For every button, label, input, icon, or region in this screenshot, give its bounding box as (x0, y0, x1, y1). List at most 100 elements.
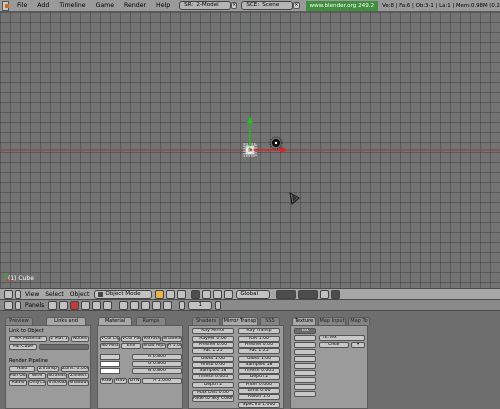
transp-falloff-field[interactable]: Falloff 1.0 (238, 394, 280, 400)
draw-type-icon[interactable] (155, 289, 165, 299)
blender-url[interactable]: www.blender.org 249.2 (305, 0, 379, 11)
render-icon[interactable] (331, 289, 341, 299)
tex-channel-4[interactable] (294, 349, 316, 355)
transp-fac-slider[interactable]: Fac 1.25 (238, 348, 280, 354)
scene-close-icon[interactable]: × (293, 2, 300, 9)
rgb-mode-button[interactable]: RGB (100, 378, 113, 384)
translate-icon[interactable] (202, 289, 212, 299)
wire-button[interactable]: Wire (28, 373, 46, 379)
material-users-field[interactable]: 2 Mat 1 (49, 336, 69, 342)
tex-channel-1[interactable]: Tex (294, 328, 316, 334)
tab-material[interactable]: Material (98, 317, 132, 325)
tex-channel-2[interactable] (294, 335, 316, 341)
editing-icon[interactable] (92, 300, 102, 310)
frame-field[interactable]: 1 (188, 300, 213, 310)
vcol-light-button[interactable]: VCol Light (100, 336, 120, 342)
screen-selector[interactable]: SR: 2-Model (179, 1, 232, 10)
zinvert-button[interactable]: ZInvert (68, 373, 89, 379)
tex-browse-icon[interactable]: ▾ (351, 342, 365, 348)
spectra-field[interactable]: SpecTra 1.000 (238, 402, 280, 408)
material-name-field[interactable]: MA:Material (9, 336, 47, 342)
editor-type-icon-2[interactable] (4, 300, 13, 310)
diffuse-color-swatch[interactable] (100, 354, 120, 360)
texture-tab-icon[interactable] (141, 300, 151, 310)
world-tab-icon[interactable] (163, 300, 173, 310)
menu-file[interactable]: File (12, 2, 32, 9)
tex-channel-8[interactable] (294, 377, 316, 383)
material-slot-field[interactable] (39, 344, 89, 350)
mirror-color-swatch[interactable] (100, 368, 120, 374)
menu-view[interactable]: View (22, 291, 42, 298)
texface-button[interactable]: TexFace (142, 336, 161, 342)
ztransp-button[interactable]: ZTransp (37, 366, 59, 372)
pivot-icon[interactable] (166, 289, 176, 299)
tex-channel-3[interactable] (294, 342, 316, 348)
blue-slider[interactable]: B 0.800 (132, 368, 182, 374)
collapse-menu-icon-2[interactable] (15, 300, 21, 310)
tab-mirror-transp[interactable]: Mirror Transp (222, 317, 258, 325)
orientation-selector[interactable]: Global (236, 289, 271, 299)
lock-icon[interactable] (320, 289, 330, 299)
menu-timeline[interactable]: Timeline (54, 2, 90, 9)
object-icon[interactable] (81, 300, 91, 310)
mirror-fac-slider[interactable]: Fac 1.25 (192, 348, 234, 354)
tex-channel-9[interactable] (294, 384, 316, 390)
traceable-button[interactable]: Traceable (47, 380, 67, 386)
mirror-depth-field[interactable]: Depth 2 (192, 382, 234, 388)
alpha-slider[interactable]: A 1.000 (142, 378, 182, 384)
specular-color-swatch[interactable] (100, 361, 120, 367)
layer-2-button[interactable] (298, 289, 319, 299)
mesh-name-field[interactable]: ME:Cube (9, 344, 37, 350)
menu-add[interactable]: Add (32, 2, 54, 9)
collapse-menu-icon[interactable] (15, 289, 21, 299)
manipulator-toggle-icon[interactable] (191, 289, 201, 299)
shadeless-button[interactable]: Shadeless (162, 336, 182, 342)
mirror-thresh-field[interactable]: Thresh 0.005 (192, 374, 234, 380)
menu-select[interactable]: Select (42, 291, 67, 298)
tex-name-field[interactable]: TE:Tex (319, 335, 365, 341)
halo-button[interactable]: Halo (9, 366, 35, 372)
shadbuf-button[interactable]: Shadbuf (68, 380, 89, 386)
onlycast-button[interactable]: OnlyCast (28, 380, 46, 386)
screen-close-icon[interactable]: × (231, 2, 238, 9)
occlude-icon[interactable] (177, 289, 187, 299)
menu-render[interactable]: Render (119, 2, 151, 9)
tex-channel-6[interactable] (294, 363, 316, 369)
nodes-button[interactable]: Nodes (71, 336, 89, 342)
green-slider[interactable]: G 0.800 (132, 361, 182, 367)
full-osa-button[interactable]: Full Osa (9, 373, 27, 379)
shad-alpha-value[interactable]: A 1.000 (167, 343, 182, 349)
tab-preview[interactable]: Preview (5, 317, 33, 325)
tex-channel-7[interactable] (294, 370, 316, 376)
tex-channel-10[interactable] (294, 391, 316, 397)
material-tab-icon[interactable] (130, 300, 140, 310)
blender-logo-icon[interactable] (2, 0, 9, 11)
menu-help[interactable]: Help (151, 2, 175, 9)
ray-mirror-toggle[interactable]: Ray Mirror (192, 328, 234, 334)
no-mist-button[interactable]: No Mist (100, 343, 120, 349)
scale-icon[interactable] (224, 289, 234, 299)
shad-alpha-button[interactable]: Shad Alpha (142, 343, 166, 349)
tab-map-input[interactable]: Map Input (318, 317, 346, 325)
tab-shaders[interactable]: Shaders (192, 317, 220, 325)
frame-prev-icon[interactable] (179, 300, 186, 310)
lamp-tab-icon[interactable] (119, 300, 129, 310)
tex-clear-button[interactable]: Clear (319, 342, 349, 348)
rotate-icon[interactable] (213, 289, 223, 299)
fade-to-sky-color[interactable]: Fade to Sky Color (192, 396, 234, 402)
transp-depth-field[interactable]: Depth 2 (238, 374, 280, 380)
vcol-paint-button[interactable]: VCol Paint (121, 336, 141, 342)
3d-viewport[interactable]: (1) Cube (0, 12, 500, 288)
ray-transp-toggle[interactable]: Ray Transp (238, 328, 280, 334)
layer-1-button[interactable] (276, 289, 297, 299)
scene-icon[interactable] (103, 300, 113, 310)
tab-links-pipeline[interactable]: Links and Pipeline (46, 317, 86, 331)
strands-button[interactable]: Strands (47, 373, 67, 379)
menu-object[interactable]: Object (67, 291, 93, 298)
panels-menu[interactable]: Panels (22, 302, 47, 309)
scene-selector[interactable]: SCE: Scene (241, 1, 294, 10)
script-icon[interactable] (59, 300, 69, 310)
logic-icon[interactable] (48, 300, 58, 310)
zoffs-field[interactable]: Zoffs: 0.000 (61, 366, 89, 372)
editor-type-icon[interactable] (4, 289, 13, 299)
